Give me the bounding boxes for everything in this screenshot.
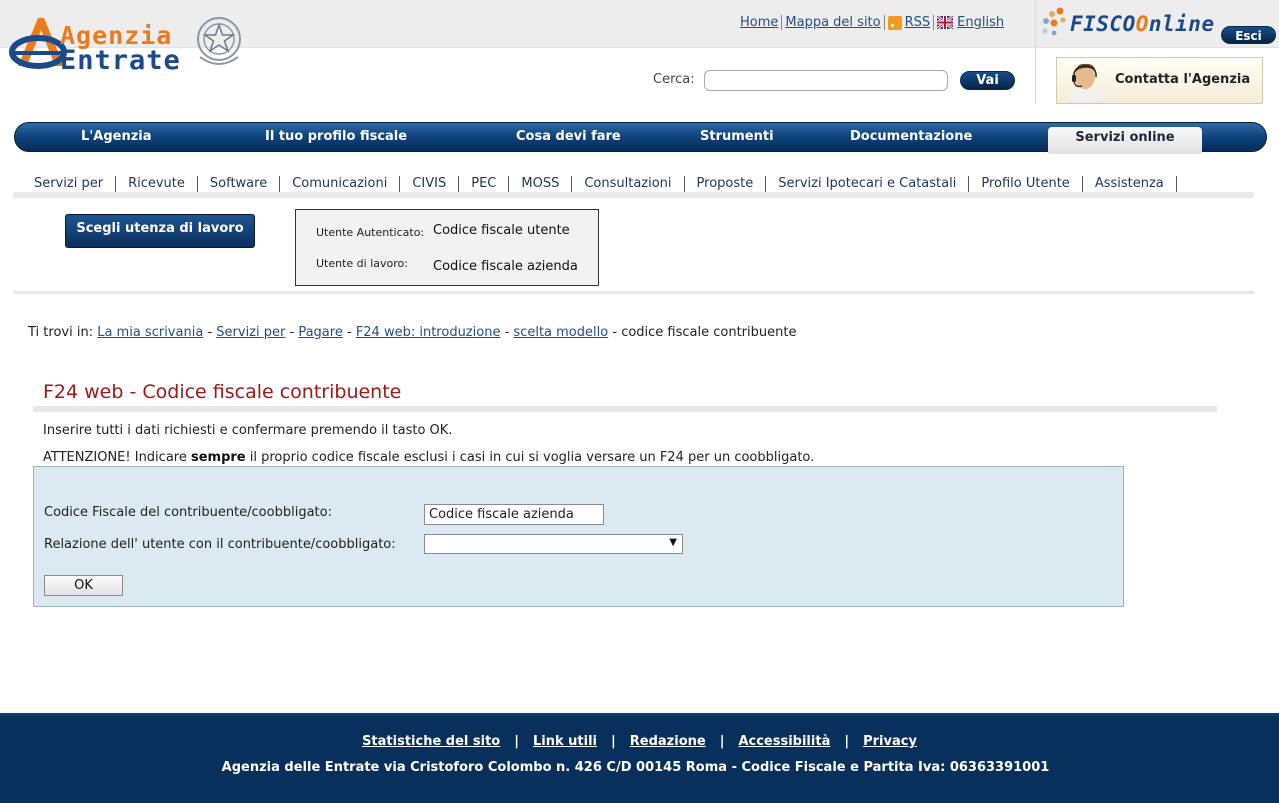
fisco-brand-part2: nline — [1148, 12, 1215, 36]
nav-item-documentazione[interactable]: Documentazione — [850, 129, 972, 144]
breadcrumb-link-f24-intro[interactable]: F24 web: introduzione — [356, 325, 501, 340]
footer-links: Statistiche del sito | Link utili | Redazion… — [0, 734, 1279, 749]
footer-link-redazione[interactable]: Redazione — [630, 734, 706, 749]
subnav-item-ricevute[interactable]: Ricevute — [116, 176, 198, 192]
footer-separator: | — [844, 734, 850, 749]
divider — [933, 15, 935, 30]
cf-input[interactable]: Codice fiscale azienda — [424, 504, 604, 525]
nav-item-agenzia[interactable]: L'Agenzia — [81, 129, 152, 144]
relation-select[interactable]: ▼ — [424, 534, 683, 554]
rss-link[interactable]: RSS — [905, 15, 931, 30]
sitemap-link[interactable]: Mappa del sito — [785, 15, 880, 30]
logout-button[interactable]: Esci — [1221, 26, 1276, 44]
breadcrumb-link-pagare[interactable]: Pagare — [298, 325, 343, 340]
subnav-item-assistenza[interactable]: Assistenza — [1083, 176, 1177, 192]
breadcrumb-link-scelta-modello[interactable]: scelta modello — [513, 325, 608, 340]
section-divider — [13, 291, 1254, 294]
subnav-item-software[interactable]: Software — [198, 176, 281, 192]
fisconline-logo[interactable]: FISCOOnline — [1040, 6, 1214, 42]
fisco-brand-o: O — [1135, 12, 1149, 36]
breadcrumb-prefix: Ti trovi in: — [28, 325, 94, 340]
cf-label: Codice Fiscale del contribuente/coobblig… — [44, 505, 332, 520]
footer-separator: | — [611, 734, 616, 749]
divider — [781, 15, 783, 30]
page-title: F24 web - Codice fiscale contribuente — [43, 381, 402, 403]
contact-agency-button[interactable]: Contatta l'Agenzia — [1056, 57, 1263, 104]
footer-link-link-utili[interactable]: Link utili — [533, 734, 597, 749]
home-link[interactable]: Home — [740, 15, 778, 30]
emblem-icon — [197, 17, 241, 65]
footer-separator: | — [514, 734, 519, 749]
nav-item-servizi-online[interactable]: Servizi online — [1048, 127, 1202, 154]
title-underline — [33, 406, 1217, 412]
uk-flag-icon[interactable] — [937, 16, 954, 29]
breadcrumb: Ti trovi in: La mia scrivania - Servizi … — [28, 325, 796, 340]
dropdown-arrow-icon: ▼ — [669, 537, 677, 548]
breadcrumb-link-scrivania[interactable]: La mia scrivania — [97, 325, 203, 340]
subnav-item-consultazioni[interactable]: Consultazioni — [572, 176, 685, 192]
relation-label: Relazione dell' utente con il contribuen… — [44, 537, 396, 552]
footer-link-accessibilita[interactable]: Accessibilità — [738, 734, 830, 749]
warning-pre: ATTENZIONE! Indicare — [43, 450, 187, 465]
fiscal-code-form: Codice Fiscale del contribuente/coobblig… — [33, 466, 1124, 607]
breadcrumb-separator: - — [612, 325, 618, 340]
subnav-item-servizi-per[interactable]: Servizi per — [22, 176, 117, 192]
nav-item-strumenti[interactable]: Strumenti — [700, 129, 774, 144]
fisco-brand-part1: FISCO — [1070, 12, 1136, 36]
auth-user-value: Codice fiscale utente — [433, 223, 570, 238]
contact-label: Contatta l'Agenzia — [1115, 72, 1251, 87]
footer-address: Agenzia delle Entrate via Cristoforo Col… — [221, 760, 1050, 775]
footer-link-statistiche[interactable]: Statistiche del sito — [362, 734, 500, 749]
contact-person-icon — [1067, 63, 1103, 101]
sub-nav: Servizi per Ricevute Software Comunicazi… — [22, 176, 1177, 192]
search-label: Cerca: — [653, 72, 695, 87]
divider — [883, 15, 885, 30]
top-links: Home Mappa del sito RSS English — [740, 15, 1004, 30]
logo-line2: Entrate — [60, 45, 181, 76]
breadcrumb-separator: - — [289, 325, 295, 340]
header-divider — [1035, 0, 1036, 104]
auth-user-label: Utente Autenticato: — [316, 226, 425, 239]
warning-post: il proprio codice fiscale esclusi i casi… — [249, 450, 815, 465]
footer-separator: | — [719, 734, 725, 749]
breadcrumb-separator: - — [207, 325, 213, 340]
breadcrumb-link-servizi-per[interactable]: Servizi per — [216, 325, 285, 340]
agenzia-entrate-logo[interactable]: Agenzia Entrate — [8, 12, 248, 76]
user-info-box: Utente Autenticato: Codice fiscale utent… — [295, 209, 599, 286]
ok-button[interactable]: OK — [44, 575, 123, 596]
choose-work-user-button[interactable]: Scegli utenza di lavoro — [65, 214, 255, 248]
subnav-item-civis[interactable]: CIVIS — [400, 176, 460, 192]
subnav-item-pec[interactable]: PEC — [459, 176, 510, 192]
subnav-item-proposte[interactable]: Proposte — [685, 176, 767, 192]
subnav-underline — [13, 192, 1254, 198]
subnav-item-profilo-utente[interactable]: Profilo Utente — [969, 176, 1083, 192]
breadcrumb-separator: - — [504, 325, 510, 340]
breadcrumb-current: codice fiscale contribuente — [621, 325, 797, 340]
nav-item-profilo[interactable]: Il tuo profilo fiscale — [265, 129, 407, 144]
footer: Statistiche del sito | Link utili | Redazion… — [0, 713, 1279, 803]
search-input[interactable] — [704, 70, 948, 91]
warning-emphasis: sempre — [190, 450, 246, 465]
work-user-label: Utente di lavoro: — [316, 257, 408, 270]
search-button[interactable]: Vai — [960, 71, 1015, 90]
fisco-brand-text: FISCOOnline — [1070, 12, 1215, 36]
subnav-item-moss[interactable]: MOSS — [509, 176, 573, 192]
main-nav: L'Agenzia Il tuo profilo fiscale Cosa de… — [14, 122, 1267, 154]
work-user-value: Codice fiscale azienda — [433, 259, 578, 274]
breadcrumb-separator: - — [346, 325, 352, 340]
warning-text: ATTENZIONE! Indicare sempre il proprio c… — [43, 450, 814, 465]
subnav-item-comunicazioni[interactable]: Comunicazioni — [280, 176, 401, 192]
fisco-dots-icon — [1042, 7, 1066, 36]
instruction-text: Inserire tutti i dati richiesti e confer… — [43, 423, 453, 438]
rss-icon[interactable] — [887, 15, 902, 30]
english-link[interactable]: English — [957, 15, 1004, 30]
nav-item-cosa-devi-fare[interactable]: Cosa devi fare — [516, 129, 621, 144]
subnav-item-ipotecari[interactable]: Servizi Ipotecari e Catastali — [766, 176, 970, 192]
footer-link-privacy[interactable]: Privacy — [863, 734, 917, 749]
